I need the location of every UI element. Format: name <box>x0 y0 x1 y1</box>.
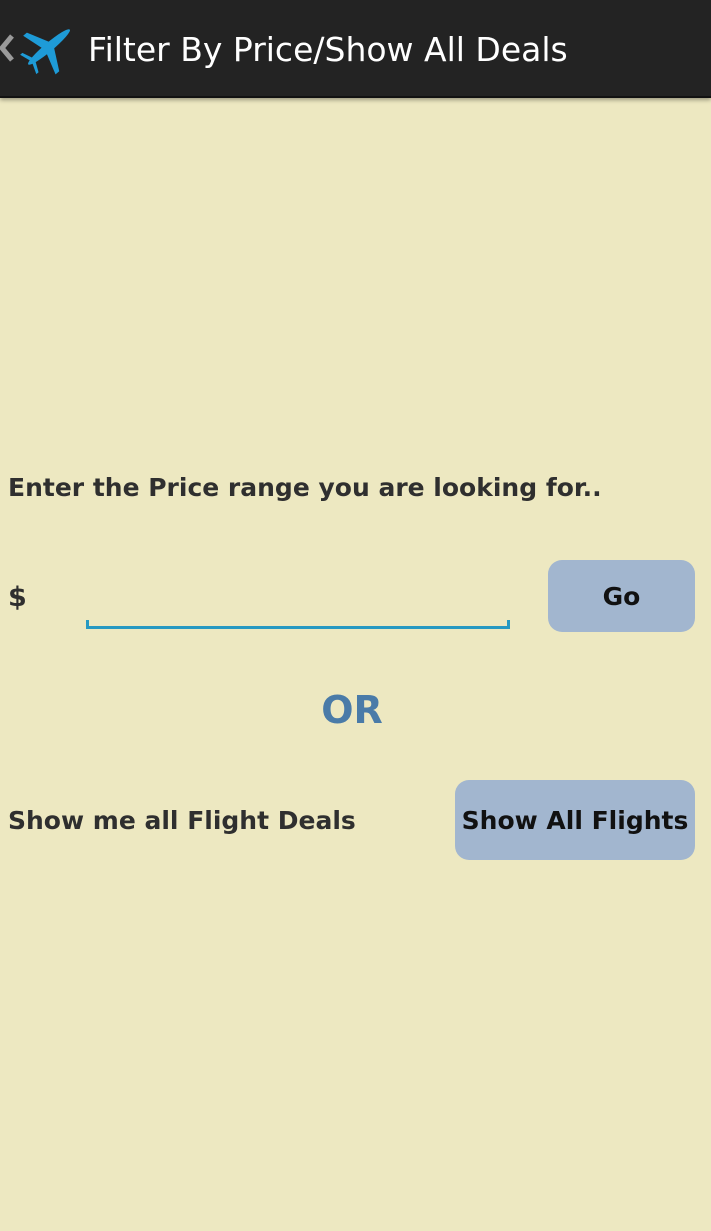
go-button[interactable]: Go <box>548 560 695 632</box>
show-all-flights-button[interactable]: Show All Flights <box>455 780 695 860</box>
airplane-icon[interactable] <box>18 16 80 78</box>
or-divider-label: OR <box>321 688 383 732</box>
price-input[interactable] <box>86 570 510 628</box>
currency-symbol: $ <box>8 582 27 613</box>
action-bar: Filter By Price/Show All Deals <box>0 0 711 98</box>
page-title: Filter By Price/Show All Deals <box>88 30 568 69</box>
price-range-prompt: Enter the Price range you are looking fo… <box>8 473 602 502</box>
chevron-left-icon[interactable] <box>0 28 16 68</box>
all-deals-label: Show me all Flight Deals <box>8 806 356 835</box>
